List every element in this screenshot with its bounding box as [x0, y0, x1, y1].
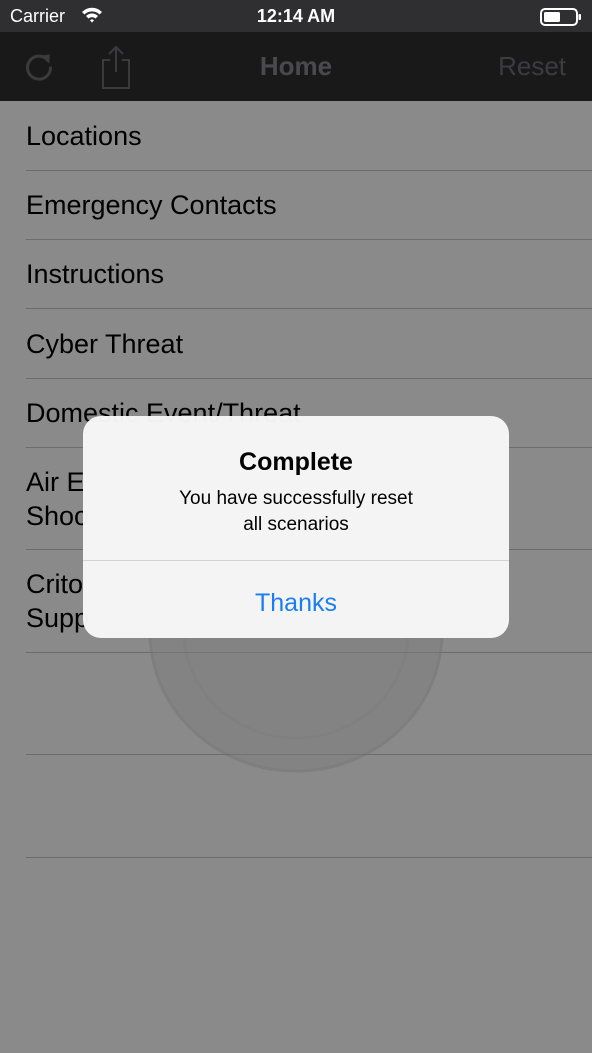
thanks-button[interactable]: Thanks: [83, 561, 509, 638]
alert-message: You have successfully reset all scenario…: [179, 488, 413, 535]
status-time: 12:14 AM: [256, 6, 336, 26]
status-bar: Carrier 12:14 AM: [0, 0, 592, 32]
alert-dialog: Complete You have successfully reset all…: [83, 416, 509, 638]
alert-title: Complete: [239, 448, 353, 476]
battery-icon: [540, 8, 581, 26]
